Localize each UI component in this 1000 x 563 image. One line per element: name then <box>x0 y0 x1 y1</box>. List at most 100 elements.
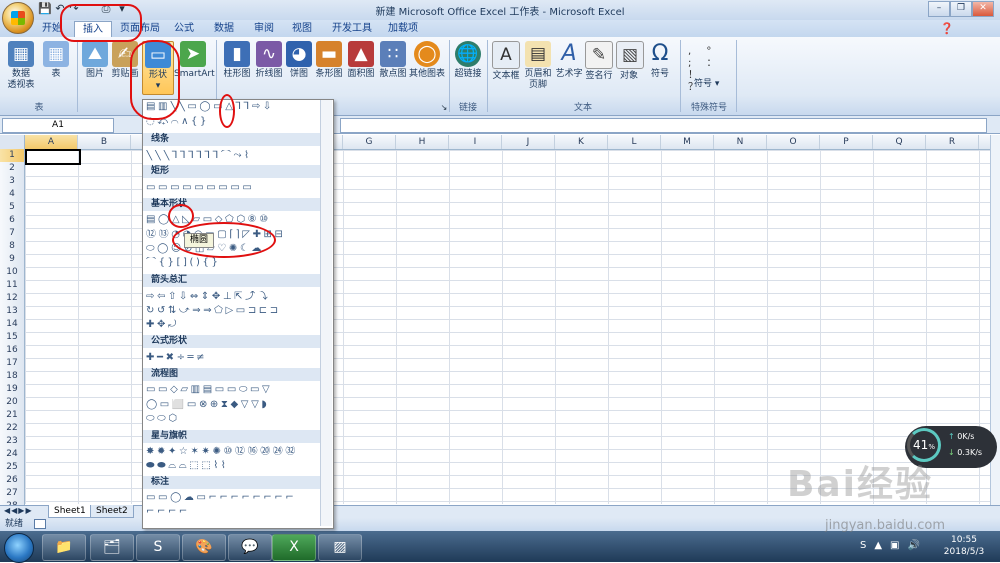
shapes-flowchart-row[interactable]: ▭▭◇▱▥▤▭▭⬭▭▽ <box>146 384 320 396</box>
scatter-chart-button[interactable]: ∷ 散点图 <box>378 41 408 80</box>
app-taskbar-icon[interactable]: ▨ <box>318 534 362 561</box>
row-header[interactable]: 6 <box>0 214 25 228</box>
column-header[interactable]: A <box>25 135 78 149</box>
column-header[interactable]: P <box>820 135 873 149</box>
help-icon[interactable]: ❓ <box>940 23 954 35</box>
folder-taskbar-icon[interactable]: 📁 <box>42 534 86 561</box>
header-footer-button[interactable]: ▤ 页眉和 页脚 <box>522 41 554 91</box>
shapes-stars-row[interactable]: ✸✹✦☆✶✷✺⑩⑫⑯⑳㉔㉜ <box>146 446 320 458</box>
minimize-button[interactable]: – <box>928 1 950 17</box>
row-header[interactable]: 11 <box>0 279 25 293</box>
textbox-button[interactable]: A 文本框 <box>490 41 522 82</box>
row-header[interactable]: 18 <box>0 370 25 384</box>
row-header[interactable]: 24 <box>0 448 25 462</box>
active-cell[interactable] <box>25 149 81 165</box>
row-header[interactable]: 1 <box>0 149 25 163</box>
column-header[interactable]: K <box>555 135 608 149</box>
name-box[interactable]: A1 <box>2 118 114 133</box>
bar-chart-button[interactable]: ▬ 条形图 <box>314 41 344 80</box>
column-header[interactable]: I <box>449 135 502 149</box>
shapes-callouts-row[interactable]: ⌐⌐⌐⌐ <box>146 506 320 518</box>
column-header[interactable]: N <box>714 135 767 149</box>
picture-button[interactable]: ⛰ 图片 <box>82 41 108 80</box>
row-header[interactable]: 27 <box>0 487 25 501</box>
special-symbol-button[interactable]: 符号 ▾ <box>694 76 719 89</box>
tab-view[interactable]: 视图 <box>284 21 320 37</box>
column-chart-button[interactable]: ▮ 柱形图 <box>222 41 252 80</box>
sheet-tab[interactable]: Sheet1 <box>48 505 92 518</box>
explorer-taskbar-icon[interactable]: 🗂 <box>90 534 134 561</box>
object-button[interactable]: ▧ 对象 <box>616 41 644 82</box>
column-header[interactable]: Q <box>873 135 926 149</box>
office-button[interactable] <box>2 2 34 34</box>
column-header[interactable]: O <box>767 135 820 149</box>
wechat-taskbar-icon[interactable]: 💬 <box>228 534 272 561</box>
tab-data[interactable]: 数据 <box>206 21 242 37</box>
maximize-button[interactable]: ❐ <box>950 1 972 17</box>
shapes-stars-row[interactable]: ⬬⬬⌓⌓⬚⬚⌇⌇ <box>146 460 320 472</box>
column-header[interactable]: H <box>396 135 449 149</box>
row-header[interactable]: 20 <box>0 396 25 410</box>
tab-developer[interactable]: 开发工具 <box>324 21 380 37</box>
row-header[interactable]: 17 <box>0 357 25 371</box>
column-header[interactable]: J <box>502 135 555 149</box>
tab-review[interactable]: 审阅 <box>246 21 282 37</box>
column-header[interactable]: B <box>78 135 131 149</box>
taskbar-clock[interactable]: 10:55 2018/5/3 <box>930 534 998 558</box>
row-header[interactable]: 21 <box>0 409 25 423</box>
row-header[interactable]: 3 <box>0 175 25 189</box>
hyperlink-button[interactable]: 🌐 超链接 <box>452 41 484 80</box>
shapes-callouts-row[interactable]: ▭▭◯☁▭⌐⌐⌐⌐⌐⌐⌐⌐ <box>146 492 320 504</box>
row-header[interactable]: 7 <box>0 227 25 241</box>
shapes-equation-row[interactable]: ✚━✖÷═≠ <box>146 352 320 364</box>
sogou-taskbar-icon[interactable]: S <box>136 534 180 561</box>
row-header[interactable]: 26 <box>0 474 25 488</box>
wordart-button[interactable]: A 艺术字 <box>554 41 584 80</box>
sheet-nav-arrows-icon[interactable]: ◀◀▶▶ <box>4 506 33 515</box>
select-all-corner[interactable] <box>0 135 25 149</box>
shapes-rectangles-row[interactable]: ▭▭▭▭▭▭▭▭▭ <box>146 182 320 194</box>
row-header[interactable]: 15 <box>0 331 25 345</box>
start-button[interactable] <box>4 533 34 563</box>
symbol-button[interactable]: Ω 符号 <box>646 41 674 80</box>
table-button[interactable]: ▦ 表 <box>42 41 70 80</box>
paint-taskbar-icon[interactable]: 🎨 <box>182 534 226 561</box>
other-charts-button[interactable]: ◯ 其他图表 <box>408 41 446 80</box>
column-header[interactable]: R <box>926 135 979 149</box>
column-header[interactable]: L <box>608 135 661 149</box>
row-header[interactable]: 2 <box>0 162 25 176</box>
pivot-table-button[interactable]: ▦ 数据 透视表 <box>4 41 38 91</box>
column-header[interactable]: G <box>343 135 396 149</box>
row-header[interactable]: 14 <box>0 318 25 332</box>
row-header[interactable]: 13 <box>0 305 25 319</box>
row-header[interactable]: 25 <box>0 461 25 475</box>
macro-record-icon[interactable] <box>33 518 46 529</box>
column-header[interactable]: M <box>661 135 714 149</box>
shapes-lines-row[interactable]: ╲╲╲⅂⅂⅂⅂⅂⅂⌒⤳⌇ <box>146 150 320 162</box>
row-header[interactable]: 16 <box>0 344 25 358</box>
sheet-tab[interactable]: Sheet2 <box>90 505 134 518</box>
tab-addins[interactable]: 加载项 <box>380 21 426 37</box>
row-header[interactable]: 22 <box>0 422 25 436</box>
dropdown-scrollbar[interactable] <box>320 100 332 526</box>
shapes-arrows-row[interactable]: ⇨⇦⇧⇩⇔⇕✥⊥⇱⤴⤵ <box>146 291 320 303</box>
row-header[interactable]: 19 <box>0 383 25 397</box>
shapes-basic-row[interactable]: ⌒{}[](){} <box>146 257 320 269</box>
tab-formulas[interactable]: 公式 <box>166 21 202 37</box>
close-button[interactable]: ✕ <box>972 1 994 17</box>
excel-taskbar-icon[interactable]: X <box>272 534 316 561</box>
shapes-flowchart-row[interactable]: ⬭⬭⬡ <box>146 413 320 425</box>
row-header[interactable]: 12 <box>0 292 25 306</box>
row-header[interactable]: 10 <box>0 266 25 280</box>
row-header[interactable]: 9 <box>0 253 25 267</box>
line-chart-button[interactable]: ∿ 折线图 <box>254 41 284 80</box>
pie-chart-button[interactable]: ◕ 饼图 <box>286 41 312 80</box>
row-header[interactable]: 8 <box>0 240 25 254</box>
shapes-flowchart-row[interactable]: ◯▭⬜▭⊗⊕⧗◆▽▽◗ <box>146 399 320 411</box>
shapes-arrows-row[interactable]: ✚✥⤾ <box>146 319 320 331</box>
shapes-arrows-row[interactable]: ↻↺⇅⤻⇒⇒⬠▷▭⊐⊏⊐ <box>146 305 320 317</box>
signature-line-button[interactable]: ✎ 签名行 <box>584 41 614 82</box>
area-chart-button[interactable]: ▲ 面积图 <box>346 41 376 80</box>
row-header[interactable]: 23 <box>0 435 25 449</box>
row-header[interactable]: 5 <box>0 201 25 215</box>
